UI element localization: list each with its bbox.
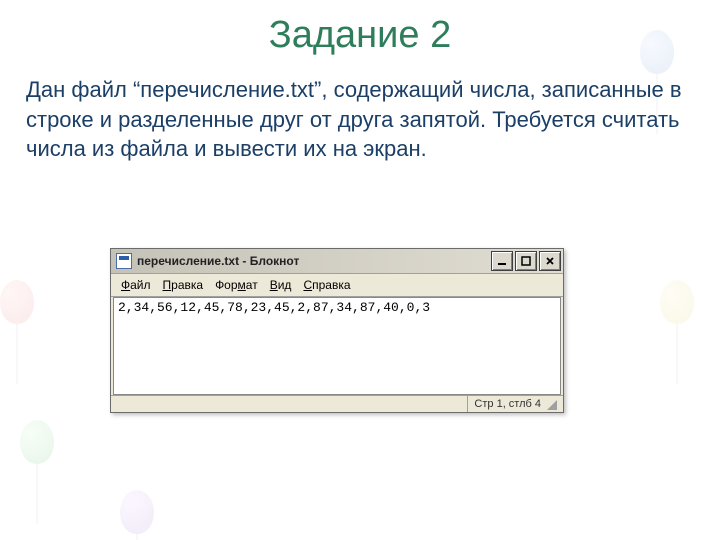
close-button[interactable] (539, 251, 561, 271)
minimize-button[interactable] (491, 251, 513, 271)
menu-file[interactable]: Файл (117, 277, 155, 293)
menu-edit[interactable]: Правка (159, 277, 208, 293)
statusbar: Стр 1, стлб 4 (111, 395, 563, 412)
slide: Задание 2 Дан файл “перечисление.txt”, с… (0, 0, 720, 540)
slide-body-text: Дан файл “перечисление.txt”, содержащий … (0, 57, 720, 164)
maximize-button[interactable] (515, 251, 537, 271)
notepad-window: перечисление.txt - Блокнот Файл Правка Ф… (110, 248, 564, 413)
menubar: Файл Правка Формат Вид Справка (111, 274, 563, 297)
slide-title: Задание 2 (0, 0, 720, 57)
window-title: перечисление.txt - Блокнот (137, 254, 299, 268)
notepad-text-area[interactable]: 2,34,56,12,45,78,23,45,2,87,34,87,40,0,3 (113, 297, 561, 395)
resize-grip-icon[interactable] (547, 400, 557, 410)
status-cursor-pos: Стр 1, стлб 4 (467, 396, 563, 412)
notepad-app-icon (116, 253, 132, 269)
menu-help[interactable]: Справка (299, 277, 354, 293)
titlebar[interactable]: перечисление.txt - Блокнот (111, 249, 563, 274)
menu-view[interactable]: Вид (266, 277, 296, 293)
menu-format[interactable]: Формат (211, 277, 262, 293)
